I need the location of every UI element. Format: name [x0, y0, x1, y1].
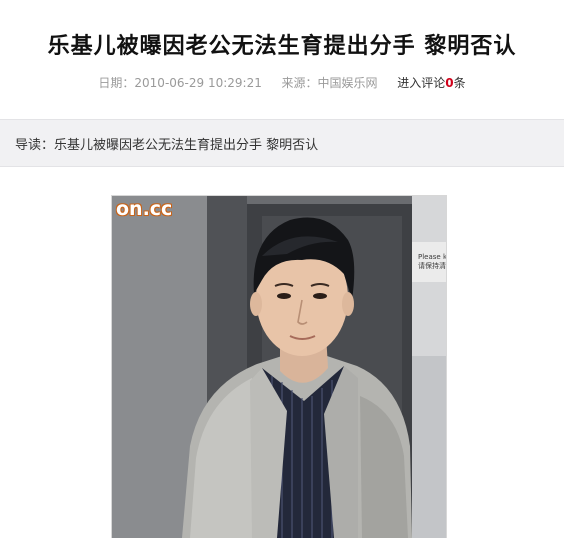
summary-text: 乐基儿被曝因老公无法生育提出分手 黎明否认	[54, 138, 319, 153]
article-photo: on.cc Please ka 请保持清	[111, 195, 447, 538]
article-summary: 导读：乐基儿被曝因老公无法生育提出分手 黎明否认	[15, 134, 318, 153]
source-value: 中国娱乐网	[317, 76, 378, 90]
article-page: 乐基儿被曝因老公无法生育提出分手 黎明否认 日期：2010-06-29 10:2…	[0, 0, 564, 538]
right-wall-lower	[412, 356, 446, 538]
photo-illustration	[112, 196, 446, 538]
comments-link[interactable]: 进入评论0条	[397, 76, 465, 90]
source-label: 来源：	[281, 76, 318, 90]
right-ear	[342, 292, 354, 316]
left-ear	[250, 292, 262, 316]
comments-count: 0	[445, 76, 454, 90]
date-label: 日期：	[98, 76, 135, 90]
date-value: 2010-06-29 10:29:21	[134, 76, 262, 90]
summary-label: 导读：	[15, 138, 55, 153]
article-title: 乐基儿被曝因老公无法生育提出分手 黎明否认	[47, 34, 517, 59]
article-summary-box: 导读：乐基儿被曝因老公无法生育提出分手 黎明否认	[0, 119, 564, 167]
photo-watermark-logo: on.cc	[116, 198, 173, 220]
comments-suffix: 条	[453, 76, 466, 90]
door-sign-text: Please ka 请保持清	[418, 253, 446, 271]
door-sign-line1: Please ka	[418, 253, 446, 261]
comments-prefix: 进入评论	[397, 76, 446, 90]
right-eye	[313, 293, 327, 299]
article-meta: 日期：2010-06-29 10:29:21 来源：中国娱乐网 进入评论0条	[0, 74, 564, 91]
left-eye	[277, 293, 291, 299]
door-sign-line2: 请保持清	[418, 262, 446, 270]
